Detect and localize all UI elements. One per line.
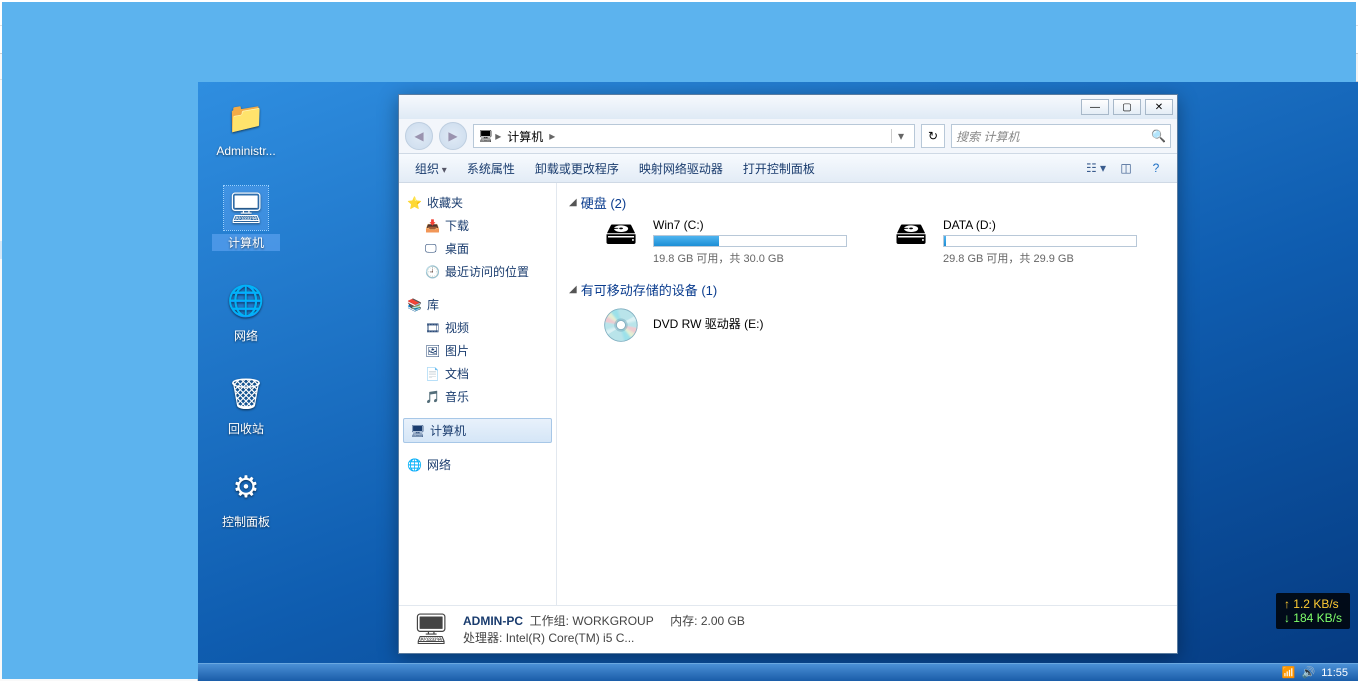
nav-downloads[interactable]: 📥下载 (403, 214, 552, 237)
map-drive-button[interactable]: 映射网络驱动器 (631, 156, 731, 181)
search-icon[interactable]: 🔍 (1151, 129, 1166, 143)
explorer-min-button[interactable]: — (1081, 99, 1109, 115)
hdd-icon: 🖴 (597, 218, 645, 258)
dvd-icon: 💿 (597, 305, 645, 345)
nav-pictures[interactable]: 🖼图片 (403, 339, 552, 362)
desktop-icon-image: 🗑 (224, 372, 268, 416)
desktop-icon[interactable]: 📁 Administr... (212, 96, 280, 158)
desktop-icon[interactable]: 🖥 计算机 (212, 186, 280, 251)
desktop-icon-label: 回收站 (212, 420, 280, 437)
nav-libraries[interactable]: 📚库 (403, 293, 552, 316)
system-props-button[interactable]: 系统属性 (459, 156, 523, 181)
vm-area: Win7x64 ✕ 📁 Administr... 🖥 计算机 🌐 网络 🗑 回收站 ⚙ 控制面板 … (198, 54, 1358, 681)
desktop-icon-image: 🖥 (224, 186, 268, 230)
nav-back-button[interactable]: ◀ (405, 122, 433, 150)
nav-desktop[interactable]: 🖵桌面 (403, 237, 552, 260)
computer-icon: 🖥 (478, 129, 493, 143)
vm-icon (213, 69, 215, 71)
desktop-icon-label: Administr... (212, 144, 280, 158)
net-down: ↓ 184 KB/s (1284, 611, 1342, 625)
status-pc-name: ADMIN-PC (463, 614, 523, 628)
help-button[interactable]: ? (1143, 157, 1169, 179)
desktop-icon[interactable]: ⚙ 控制面板 (212, 465, 280, 530)
desktop-icon-image: 🌐 (224, 279, 268, 323)
explorer-status-bar: 🖥 ADMIN-PC 工作组: WORKGROUP 内存: 2.00 GB 处理… (399, 605, 1177, 653)
preview-pane-button[interactable]: ◫ (1113, 157, 1139, 179)
drive-item[interactable]: 🖴DATA (D:)29.8 GB 可用，共 29.9 GB (887, 218, 1137, 266)
explorer-max-button[interactable]: ▢ (1113, 99, 1141, 115)
tray-volume-icon[interactable]: 🔊 (1302, 666, 1316, 679)
vm-tabstrip: Win7x64 ✕ (198, 54, 1358, 82)
organize-button[interactable]: 组织 (407, 156, 455, 181)
drive-dvd[interactable]: 💿 DVD RW 驱动器 (E:) (597, 305, 847, 345)
explorer-titlebar[interactable]: — ▢ ✕ (399, 95, 1177, 119)
desktop-icon-label: 计算机 (212, 234, 280, 251)
desktop-icon-label: 控制面板 (212, 513, 280, 530)
open-cp-button[interactable]: 打开控制面板 (735, 156, 823, 181)
desktop-icon[interactable]: 🗑 回收站 (212, 372, 280, 437)
explorer-command-bar: 组织 系统属性 卸载或更改程序 映射网络驱动器 打开控制面板 ☷ ▾ ◫ ? (399, 153, 1177, 183)
nav-favorites[interactable]: ⭐收藏夹 (403, 191, 552, 214)
pc-icon: 🖥 (409, 610, 453, 650)
nav-network[interactable]: 🌐网络 (403, 453, 552, 476)
uninstall-button[interactable]: 卸载或更改程序 (527, 156, 627, 181)
guest-taskbar[interactable]: 📶 🔊 11:55 (198, 663, 1358, 681)
nav-music[interactable]: 🎵音乐 (403, 385, 552, 408)
vm-tab-active[interactable]: Win7x64 ✕ (204, 57, 291, 81)
net-up: ↑ 1.2 KB/s (1284, 597, 1342, 611)
explorer-nav-pane: ⭐收藏夹 📥下载 🖵桌面 🕘最近访问的位置 📚库 🎞视频 🖼图片 📄文档 🎵音乐 (399, 183, 557, 605)
hdd-icon: 🖴 (887, 218, 935, 258)
nav-recent[interactable]: 🕘最近访问的位置 (403, 260, 552, 283)
explorer-content[interactable]: ◢硬盘 (2) 🖴Win7 (C:)19.8 GB 可用，共 30.0 GB 🖴D… (557, 183, 1177, 605)
breadcrumb[interactable]: 🖥 ▸ 计算机 ▸ ▾ (473, 124, 915, 148)
explorer-window: — ▢ ✕ ◀ ▶ 🖥 ▸ 计算机 ▸ ▾ ↻ 搜索 (398, 94, 1178, 654)
explorer-search[interactable]: 搜索 计算机 🔍 (951, 124, 1171, 148)
explorer-close-button[interactable]: ✕ (1145, 99, 1173, 115)
nav-computer[interactable]: 🖥计算机 (403, 418, 552, 443)
refresh-button[interactable]: ↻ (921, 124, 945, 148)
nav-video[interactable]: 🎞视频 (403, 316, 552, 339)
guest-desktop[interactable]: 📁 Administr... 🖥 计算机 🌐 网络 🗑 回收站 ⚙ 控制面板 — ▢ ✕ ◀ ▶ … (198, 82, 1358, 681)
desktop-icon-image: ⚙ (224, 465, 268, 509)
nav-forward-button[interactable]: ▶ (439, 122, 467, 150)
view-mode-button[interactable]: ☷ ▾ (1083, 157, 1109, 179)
breadcrumb-computer[interactable]: 计算机 (503, 128, 547, 145)
desktop-icon-image: 📁 (224, 96, 268, 140)
net-speed-overlay: ↑ 1.2 KB/s ↓ 184 KB/s (1276, 593, 1350, 629)
drive-item[interactable]: 🖴Win7 (C:)19.8 GB 可用，共 30.0 GB (597, 218, 847, 266)
nav-documents[interactable]: 📄文档 (403, 362, 552, 385)
desktop-icon[interactable]: 🌐 网络 (212, 279, 280, 344)
explorer-address-bar: ◀ ▶ 🖥 ▸ 计算机 ▸ ▾ ↻ 搜索 计算机 🔍 (399, 119, 1177, 153)
breadcrumb-dropdown[interactable]: ▾ (891, 129, 910, 143)
tray-network-icon[interactable]: 📶 (1282, 666, 1296, 679)
category-hdd[interactable]: ◢硬盘 (2) (569, 193, 1165, 212)
taskbar-clock[interactable]: 11:55 (1321, 667, 1348, 679)
category-removable[interactable]: ◢有可移动存储的设备 (1) (569, 280, 1165, 299)
search-placeholder: 搜索 计算机 (956, 128, 1019, 145)
desktop-icon-label: 网络 (212, 327, 280, 344)
